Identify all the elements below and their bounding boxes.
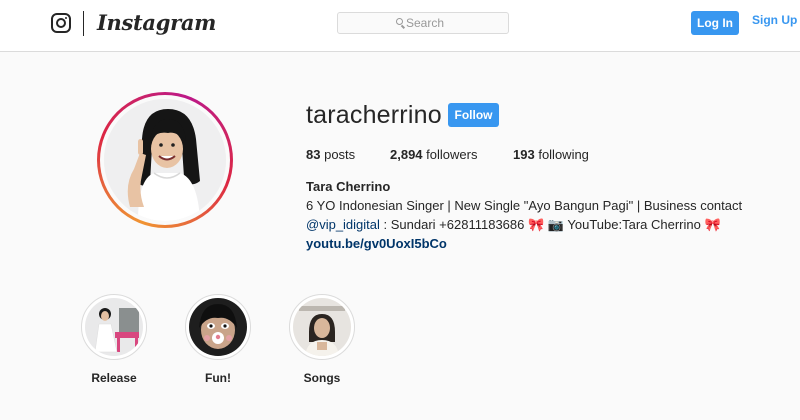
nav-divider — [83, 11, 84, 36]
highlight-ring — [289, 294, 355, 360]
ribbon-emoji-icon: 🎀 — [528, 217, 545, 232]
stat-followers-count: 2,894 — [390, 147, 423, 162]
instagram-glyph-icon[interactable] — [51, 13, 71, 33]
stat-followers-label: followers — [426, 147, 478, 162]
log-in-button[interactable]: Log In — [691, 11, 739, 35]
profile-username: taracherrino — [306, 101, 442, 129]
highlight-cover-release — [85, 298, 143, 356]
highlight-cover-fun — [189, 298, 247, 356]
bio-mention-link[interactable]: @vip_idigital — [306, 217, 380, 232]
profile-full-name: Tara Cherrino — [306, 179, 391, 194]
ribbon-emoji-icon: 🎀 — [704, 217, 721, 232]
search-icon — [396, 18, 403, 25]
profile-avatar-story-ring[interactable] — [97, 92, 233, 228]
highlight-label: Fun! — [205, 371, 231, 385]
stat-followers[interactable]: 2,894 followers — [390, 147, 477, 162]
stat-following[interactable]: 193 following — [513, 147, 589, 162]
stat-following-label: following — [538, 147, 589, 162]
highlight-cover-songs — [293, 298, 351, 356]
profile-avatar[interactable] — [104, 99, 226, 221]
bio-contact-text: : Sundari +62811183686 — [383, 217, 525, 232]
follow-button[interactable]: Follow — [448, 103, 499, 127]
highlight-label: Songs — [303, 371, 341, 385]
search-input[interactable] — [406, 15, 502, 31]
instagram-wordmark-logo[interactable]: Instagram — [97, 10, 216, 35]
highlight-label: Release — [91, 371, 137, 385]
stat-posts: 83 posts — [306, 147, 355, 162]
highlight-ring — [185, 294, 251, 360]
search-box[interactable] — [337, 12, 509, 34]
stat-following-count: 193 — [513, 147, 535, 162]
highlight-ring — [81, 294, 147, 360]
sign-up-link[interactable]: Sign Up — [752, 13, 797, 27]
bio-line-2: @vip_idigital : Sundari +62811183686 🎀 📷… — [306, 217, 721, 233]
bio-youtube-text: YouTube:Tara Cherrino — [567, 217, 701, 232]
top-nav-bar: Instagram Log In Sign Up — [0, 0, 800, 52]
bio-line-1: 6 YO Indonesian Singer | New Single "Ayo… — [306, 198, 743, 213]
profile-website-link[interactable]: youtu.be/gv0UoxI5bCo — [306, 236, 447, 251]
stat-posts-label: posts — [324, 147, 356, 162]
profile-avatar-image — [104, 99, 226, 221]
camera-emoji-icon: 📷 — [547, 217, 564, 232]
stat-posts-count: 83 — [306, 147, 321, 162]
